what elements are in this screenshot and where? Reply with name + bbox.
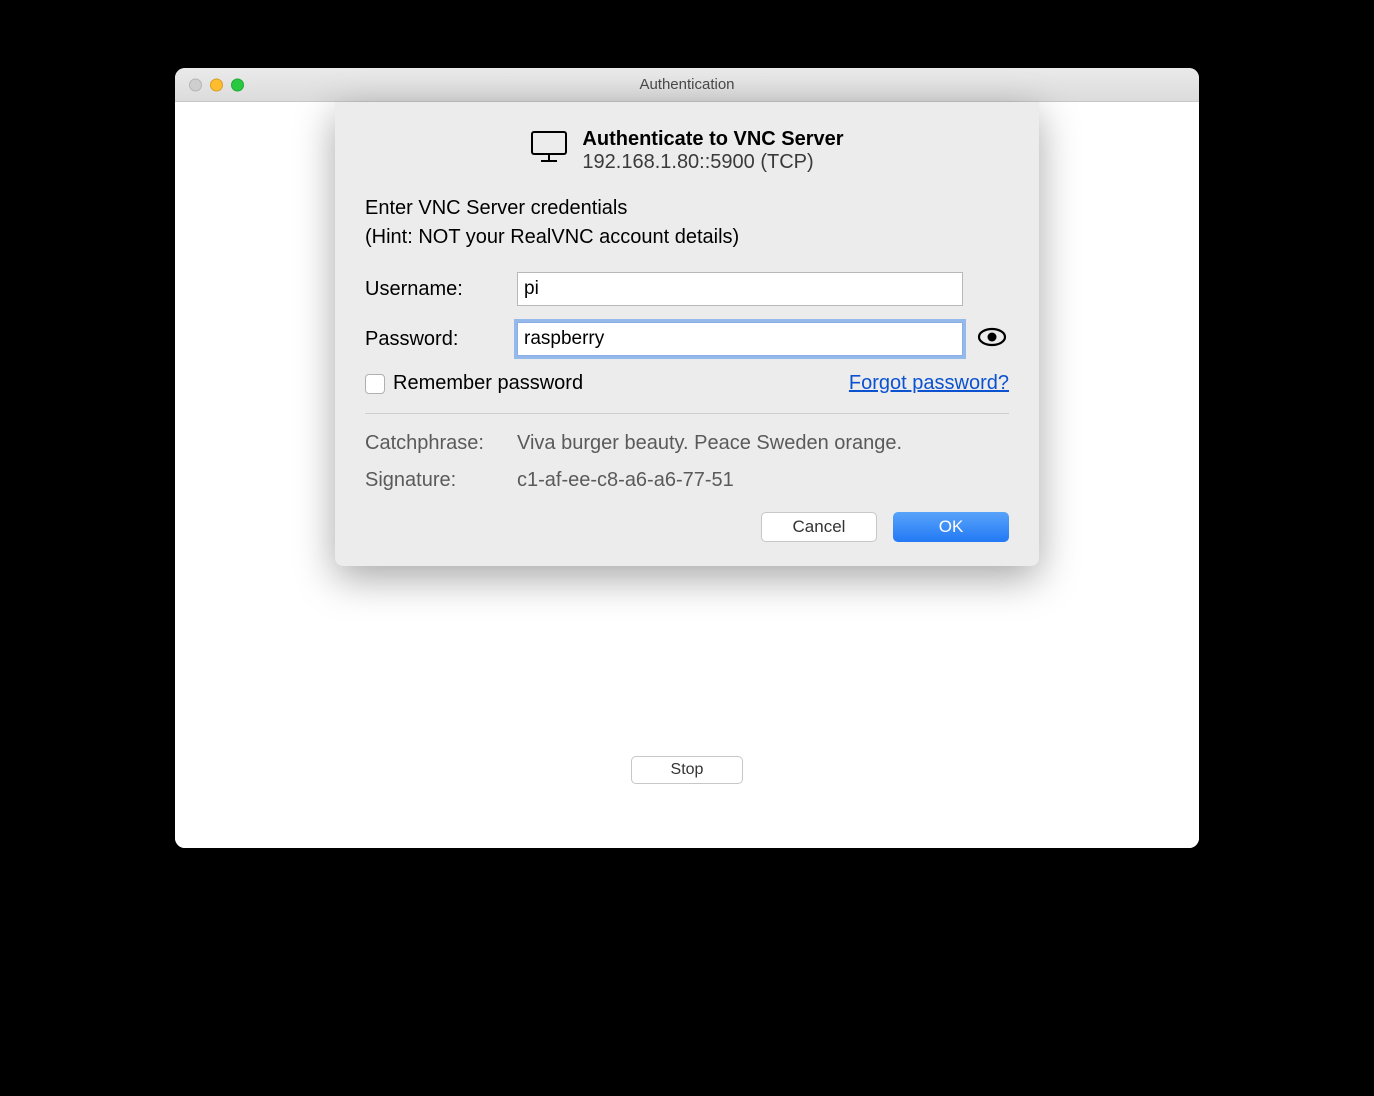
password-label: Password: — [365, 328, 517, 351]
catchphrase-row: Catchphrase: Viva burger beauty. Peace S… — [365, 432, 1009, 455]
window-titlebar[interactable]: Authentication — [175, 68, 1199, 102]
username-label: Username: — [365, 278, 517, 301]
auth-dialog: Authenticate to VNC Server 192.168.1.80:… — [335, 102, 1039, 566]
signature-value: c1-af-ee-c8-a6-a6-77-51 — [517, 469, 734, 492]
server-address: 192.168.1.80::5900 (TCP) — [582, 151, 843, 174]
username-row: Username: — [365, 272, 1009, 306]
authentication-window: Authentication Stop Authenticate to VNC … — [175, 68, 1199, 848]
options-row: Remember password Forgot password? — [365, 372, 1009, 395]
monitor-icon — [530, 130, 568, 169]
catchphrase-value: Viva burger beauty. Peace Sweden orange. — [517, 432, 902, 455]
password-input[interactable] — [517, 322, 963, 356]
remember-password-label: Remember password — [393, 372, 583, 395]
dialog-title-block: Authenticate to VNC Server 192.168.1.80:… — [582, 128, 843, 174]
divider — [365, 413, 1009, 414]
dialog-buttons: Cancel OK — [365, 512, 1009, 542]
signature-label: Signature: — [365, 469, 517, 492]
password-row: Password: — [365, 322, 1009, 356]
signature-row: Signature: c1-af-ee-c8-a6-a6-77-51 — [365, 469, 1009, 492]
instructions: Enter VNC Server credentials (Hint: NOT … — [365, 194, 1009, 252]
checkbox-box[interactable] — [365, 374, 385, 394]
instruction-line-2: (Hint: NOT your RealVNC account details) — [365, 223, 1009, 252]
remember-password-checkbox[interactable]: Remember password — [365, 372, 583, 395]
window-zoom-button[interactable] — [231, 78, 244, 91]
dialog-heading: Authenticate to VNC Server — [582, 128, 843, 151]
instruction-line-1: Enter VNC Server credentials — [365, 194, 1009, 223]
catchphrase-label: Catchphrase: — [365, 432, 517, 455]
window-title: Authentication — [639, 76, 734, 93]
show-password-icon[interactable] — [977, 327, 1007, 352]
cancel-button[interactable]: Cancel — [761, 512, 877, 542]
traffic-lights — [189, 78, 244, 91]
stop-button[interactable]: Stop — [631, 756, 743, 784]
window-close-button[interactable] — [189, 78, 202, 91]
dialog-header: Authenticate to VNC Server 192.168.1.80:… — [365, 128, 1009, 174]
window-minimize-button[interactable] — [210, 78, 223, 91]
ok-button[interactable]: OK — [893, 512, 1009, 542]
forgot-password-link[interactable]: Forgot password? — [849, 372, 1009, 395]
username-input[interactable] — [517, 272, 963, 306]
